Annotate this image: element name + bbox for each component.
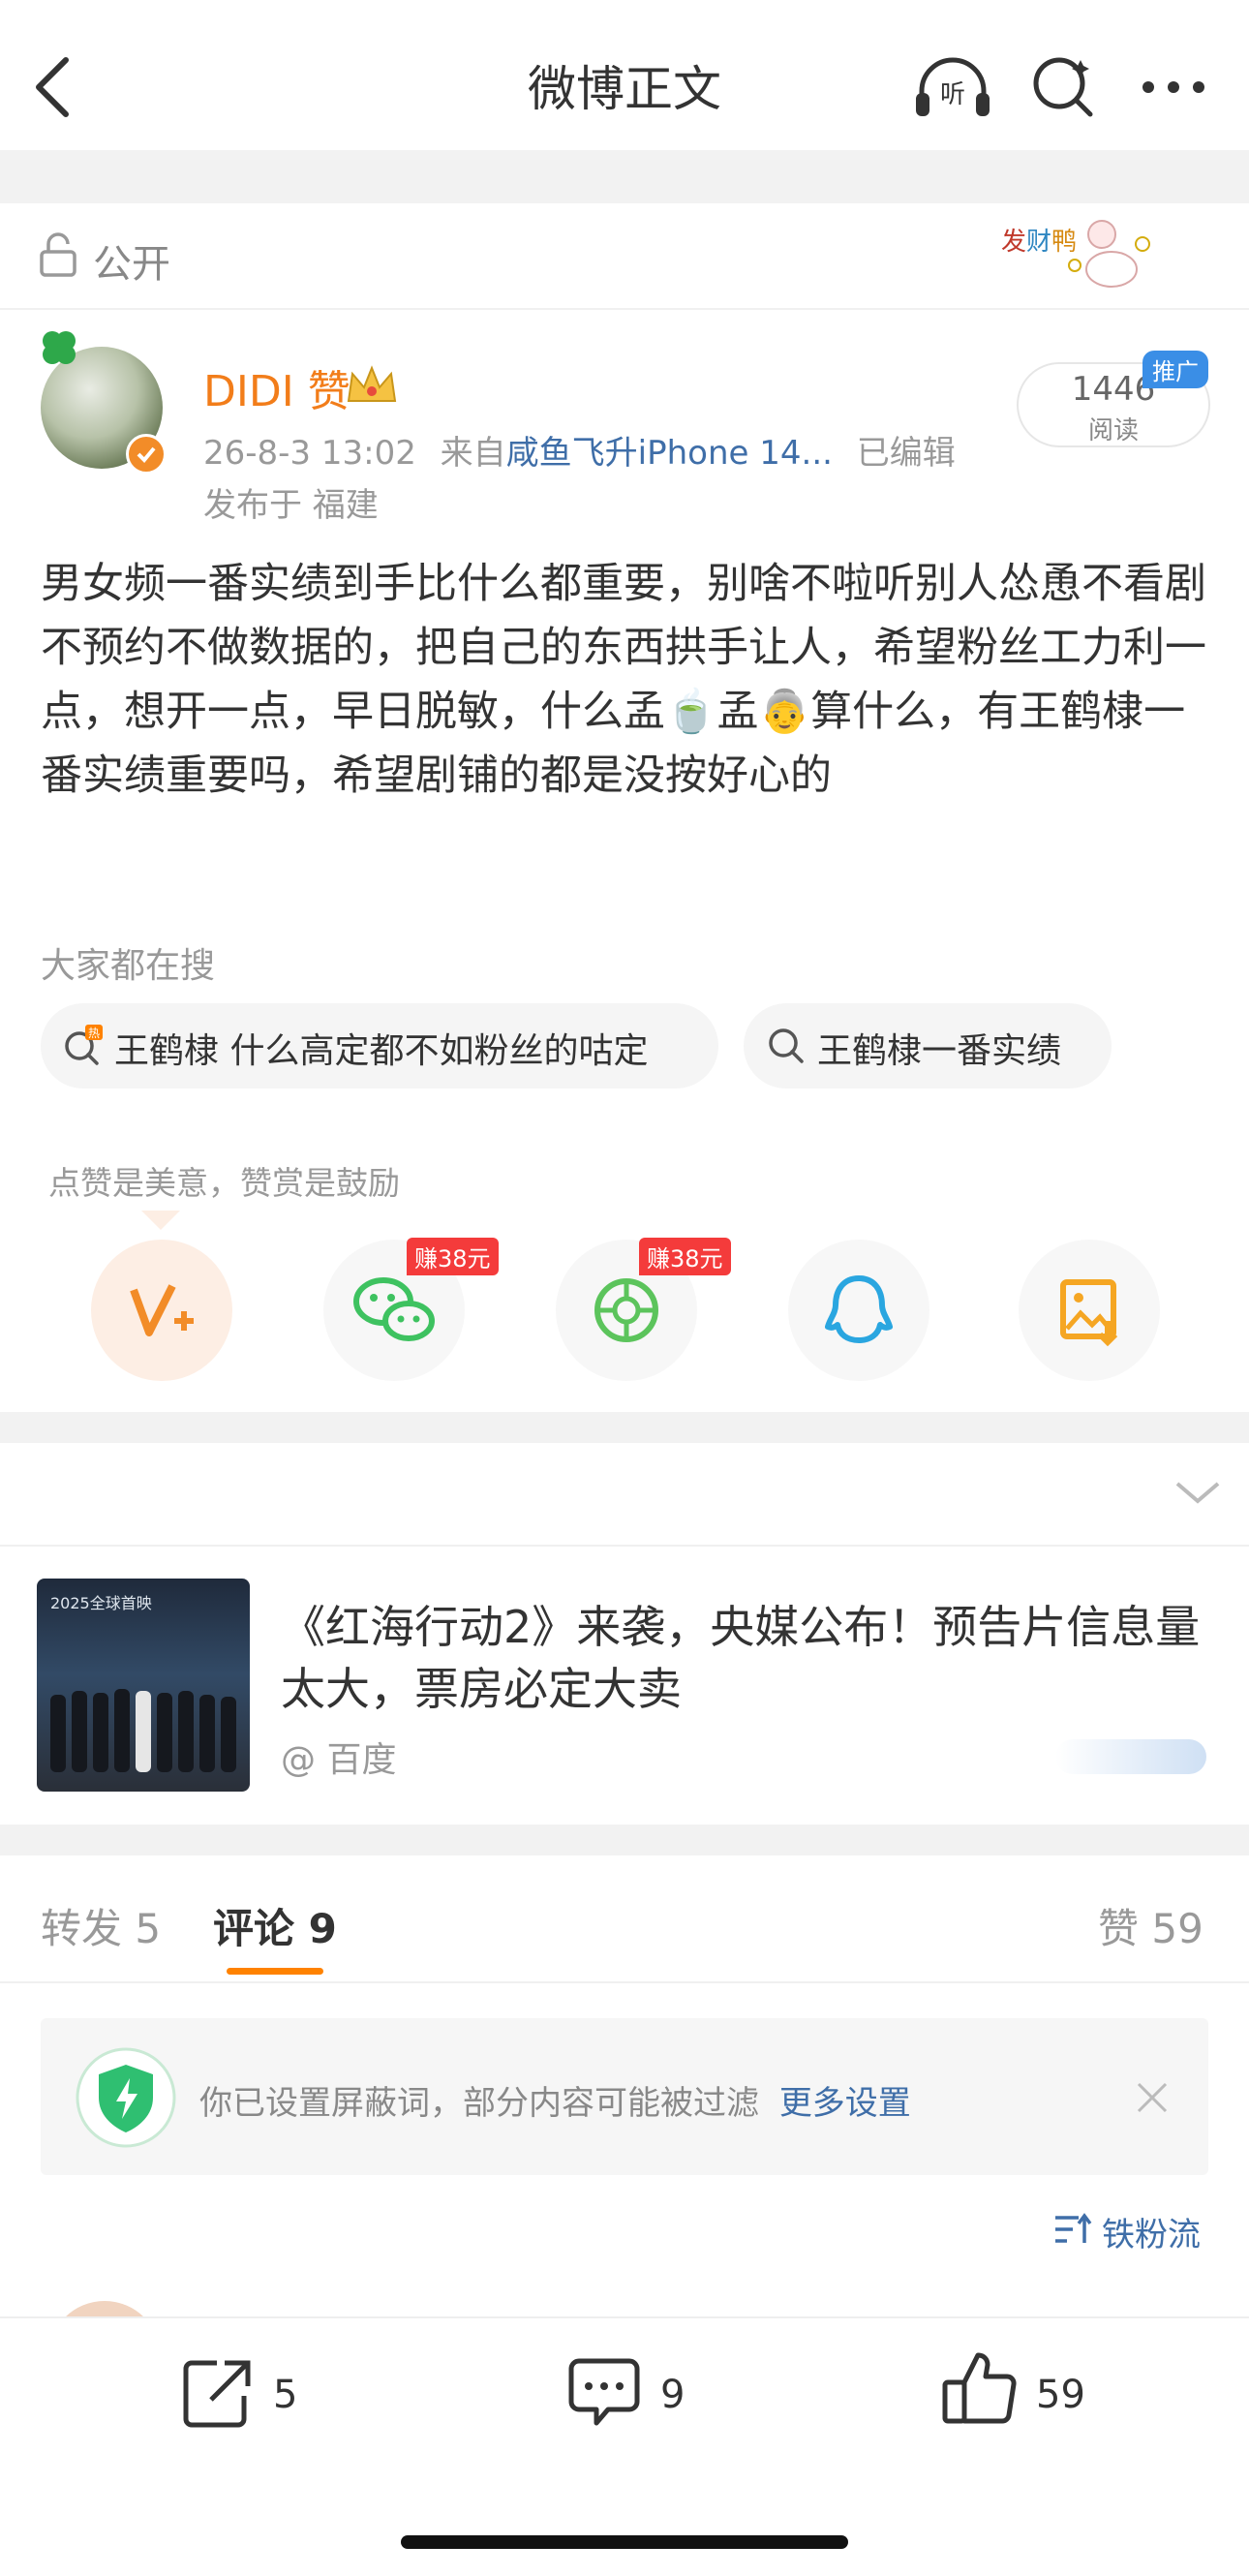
reward-button[interactable] [91,1240,232,1381]
svg-text:听: 听 [940,80,965,109]
sort-label[interactable]: 铁粉流 [1102,2208,1201,2255]
search-button[interactable] [1030,52,1098,120]
earn-badge: 赚38元 [407,1238,499,1275]
tab-divider [0,1981,1249,1983]
headphones-icon: 听 [916,57,990,116]
svg-text:发: 发 [1001,228,1026,257]
comment-icon[interactable] [565,2353,643,2431]
filter-notice-text: 你已设置屏蔽词，部分内容可能被过滤 更多设置 [199,2076,911,2124]
source-prefix: 来自 [440,434,506,473]
nav-bar: 微博正文 听 [0,0,1249,150]
sticker-image: 发 财 鸭 [1001,220,1150,288]
hint-pointer [141,1211,180,1230]
filter-notice: 你已设置屏蔽词，部分内容可能被过滤 更多设置 [41,2018,1208,2175]
hot-search-icon: 热 [65,1025,103,1065]
ad-thumbnail-text: 2025全球首映 [50,1594,152,1612]
share-qq-button[interactable] [788,1240,929,1381]
like-icon[interactable] [939,2347,1021,2429]
divider-band [0,1825,1249,1855]
earn-badge: 赚38元 [639,1238,731,1275]
visibility-row: 公开 发 财 鸭 [0,203,1249,310]
svg-text:鸭: 鸭 [1051,228,1077,257]
shield-icon [76,2047,176,2148]
ad-source: @ 百度 [281,1740,397,1780]
divider-band [0,150,1249,203]
image-download-icon [1060,1279,1118,1347]
post-text: 男女频一番实绩到手比什么都重要，别啥不啦听别人怂恿不看剧不预约不做数据的，把自己… [41,560,1206,800]
more-button[interactable] [1139,68,1208,107]
check-icon [137,446,156,463]
hot-search-title: 大家都在搜 [41,946,216,986]
ad-divider [0,1545,1249,1547]
post-location: 发布于 福建 [203,486,379,525]
edited-label[interactable]: 已编辑 [857,434,956,473]
source-link[interactable]: 咸鱼飞升iPhone 14... [506,434,833,473]
crown-icon [347,365,397,402]
hot-search-text: 王鹤棣 什么高定都不如粉丝的咕定 [114,1031,649,1071]
tab-like[interactable]: 赞 59 [1098,1896,1203,1955]
more-settings-link[interactable]: 更多设置 [779,2084,911,2123]
qq-icon [825,1275,893,1343]
clover-icon [43,331,76,364]
author-name[interactable]: DIDI 赞 [203,356,350,418]
home-indicator [401,2535,848,2549]
post-datetime: 26-8-3 13:02 [203,434,416,473]
more-icon [1142,81,1204,93]
tab-repost[interactable]: 转发 5 [41,1896,161,1955]
chevron-down-icon[interactable] [1173,1478,1222,1507]
close-icon[interactable] [1135,2080,1170,2115]
comment-count: 9 [660,2373,685,2417]
save-image-button[interactable] [1019,1240,1160,1381]
repost-icon[interactable] [178,2353,256,2431]
promo-badge[interactable]: 推广 [1142,351,1208,388]
filter-notice-message: 你已设置屏蔽词，部分内容可能被过滤 [199,2084,759,2123]
ad-thumbnail[interactable]: 2025全球首映 [37,1579,250,1792]
visibility-label: 公开 [93,242,170,287]
listen-button[interactable]: 听 [912,52,993,122]
post-meta: 26-8-3 13:02 来自咸鱼飞升iPhone 14... 已编辑 [203,426,956,474]
author-name-text: DIDI [203,367,294,416]
hot-search-chip[interactable]: 热 王鹤棣 什么高定都不如粉丝的咕定 [41,1003,718,1089]
ad-title[interactable]: 《红海行动2》来袭，央媒公布！预告片信息量太大，票房必定大卖 [281,1596,1210,1720]
hot-search-text: 王鹤棣一番实绩 [817,1031,1062,1071]
tab-comment[interactable]: 评论 9 [213,1896,337,1955]
repost-count: 5 [273,2373,298,2417]
read-label: 阅读 [1087,416,1139,445]
like-hint: 点赞是美意，赞赏是鼓励 [48,1164,400,1202]
tab-active-indicator [227,1968,323,1975]
search-icon [1033,57,1093,117]
svg-text:热: 热 [88,1027,100,1040]
svg-text:财: 财 [1026,228,1051,257]
verified-badge [126,434,167,475]
ad-action-button[interactable] [1055,1739,1206,1774]
like-count: 59 [1036,2373,1085,2417]
hot-search-chip[interactable]: 王鹤棣一番实绩 [744,1003,1112,1089]
divider-band [0,1412,1249,1443]
lock-open-icon [40,232,76,277]
search-icon [769,1028,804,1063]
sort-icon[interactable] [1053,2212,1092,2247]
reward-icon [130,1284,194,1336]
